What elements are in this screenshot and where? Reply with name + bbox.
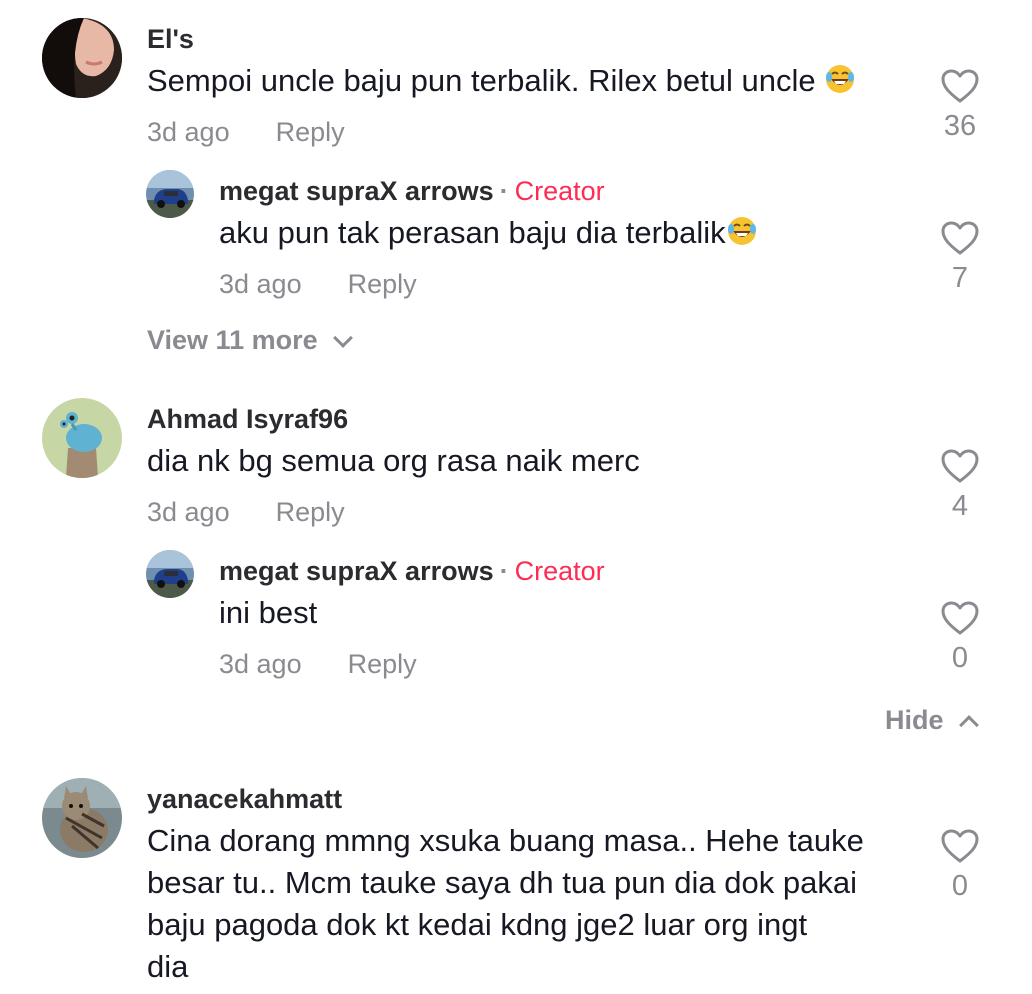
laughing-tears-emoji bbox=[727, 217, 756, 245]
comment-text: dia nk bg semua org rasa naik merc bbox=[147, 443, 640, 478]
like-count: 0 bbox=[951, 870, 969, 902]
comment-meta: 3d ago Reply bbox=[147, 497, 345, 528]
comment-time: 3d ago bbox=[147, 117, 230, 147]
like-button[interactable]: 4 bbox=[930, 448, 990, 523]
like-count: 36 bbox=[943, 110, 977, 142]
avatar[interactable] bbox=[42, 778, 122, 858]
heart-outline-icon bbox=[941, 601, 979, 635]
creator-badge: Creator bbox=[514, 176, 605, 206]
comment-time: 3d ago bbox=[147, 497, 230, 527]
comment-text: Cina dorang mmng xsuka buang masa.. Hehe… bbox=[147, 820, 864, 988]
avatar[interactable] bbox=[42, 18, 122, 98]
reply-button[interactable]: Reply bbox=[276, 117, 345, 147]
reply-button[interactable]: Reply bbox=[276, 497, 345, 527]
reply-meta: 3d ago Reply bbox=[219, 269, 417, 300]
reply-username[interactable]: megat supraX arrows · Creator bbox=[219, 176, 605, 207]
chevron-down-icon bbox=[332, 328, 353, 348]
creator-avatar[interactable] bbox=[146, 550, 194, 598]
reply-meta: 3d ago Reply bbox=[219, 649, 417, 680]
separator-dot: · bbox=[499, 176, 509, 206]
comment-text-line: Cina dorang mmng xsuka buang masa.. Hehe… bbox=[147, 823, 864, 858]
heart-outline-icon bbox=[941, 221, 979, 255]
reply-button[interactable]: Reply bbox=[348, 649, 417, 679]
comment-text: Sempoi uncle baju pun terbalik. Rilex be… bbox=[147, 60, 856, 102]
comment-username[interactable]: Ahmad Isyraf96 bbox=[147, 404, 348, 435]
reply-username[interactable]: megat supraX arrows · Creator bbox=[219, 556, 605, 587]
like-count: 4 bbox=[951, 490, 969, 522]
laughing-tears-emoji bbox=[825, 65, 854, 93]
reply-time: 3d ago bbox=[219, 269, 302, 299]
comment-text-line: dia bbox=[147, 949, 189, 984]
avatar[interactable] bbox=[42, 398, 122, 478]
separator-dot: · bbox=[499, 556, 509, 586]
comment-username[interactable]: yanacekahmatt bbox=[147, 784, 342, 815]
like-button[interactable]: 0 bbox=[930, 828, 990, 903]
creator-badge: Creator bbox=[514, 556, 605, 586]
heart-outline-icon bbox=[941, 829, 979, 863]
comment-meta: 3d ago Reply bbox=[147, 117, 345, 148]
reply-text: ini best bbox=[219, 595, 318, 630]
heart-outline-icon bbox=[941, 449, 979, 483]
reply-time: 3d ago bbox=[219, 649, 302, 679]
view-more-replies-button[interactable]: View 11 more bbox=[147, 325, 353, 356]
comment-username[interactable]: El's bbox=[147, 24, 194, 55]
reply-button[interactable]: Reply bbox=[348, 269, 417, 299]
like-button[interactable]: 0 bbox=[930, 600, 990, 675]
heart-outline-icon bbox=[941, 69, 979, 103]
like-count: 0 bbox=[951, 642, 969, 674]
like-button[interactable]: 7 bbox=[930, 220, 990, 295]
creator-avatar[interactable] bbox=[146, 170, 194, 218]
comment-text-line: besar tu.. Mcm tauke saya dh tua pun dia… bbox=[147, 865, 857, 900]
comment-text-line: baju pagoda dok kt kedai kdng jge2 luar … bbox=[147, 907, 808, 942]
chevron-up-icon bbox=[958, 715, 979, 735]
reply-text: aku pun tak perasan baju dia terbalik bbox=[219, 212, 758, 254]
hide-replies-button[interactable]: Hide bbox=[885, 705, 979, 736]
like-button[interactable]: 36 bbox=[930, 68, 990, 143]
like-count: 7 bbox=[951, 262, 969, 294]
